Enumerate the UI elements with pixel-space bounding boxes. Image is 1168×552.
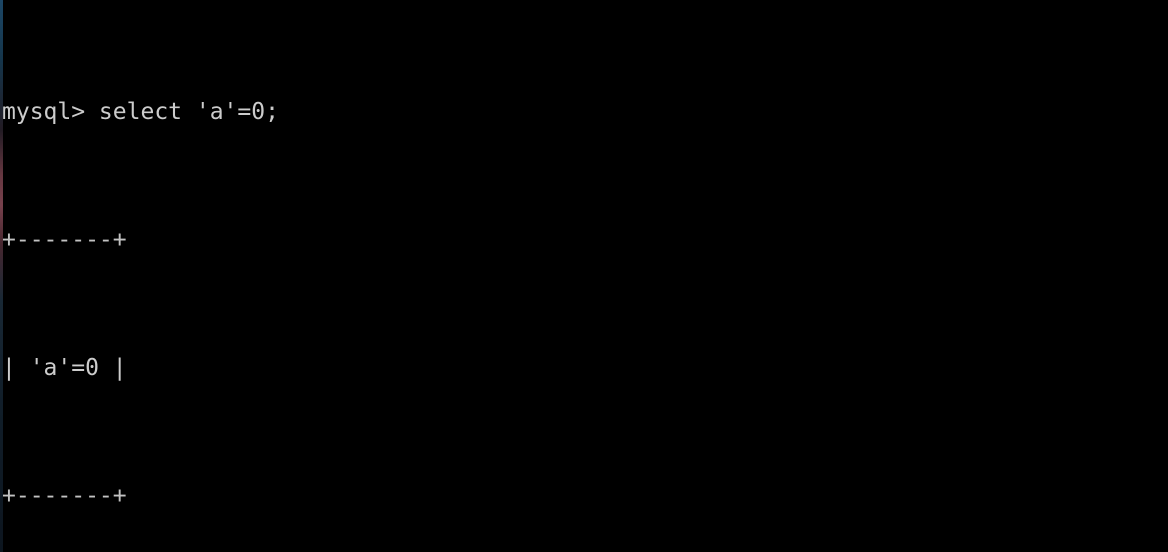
terminal-line-table1-top-rule: +-------+ bbox=[2, 227, 127, 253]
terminal-line-command-1: mysql> select 'a'=0; bbox=[2, 99, 279, 125]
terminal-line-table1-mid-rule: +-------+ bbox=[2, 483, 127, 509]
terminal-window: mysql> select 'a'=0; +-------+ | 'a'=0 |… bbox=[0, 0, 1168, 552]
terminal-line-table1-header: | 'a'=0 | bbox=[2, 355, 127, 381]
terminal-output-area[interactable]: mysql> select 'a'=0; +-------+ | 'a'=0 |… bbox=[0, 0, 1168, 552]
